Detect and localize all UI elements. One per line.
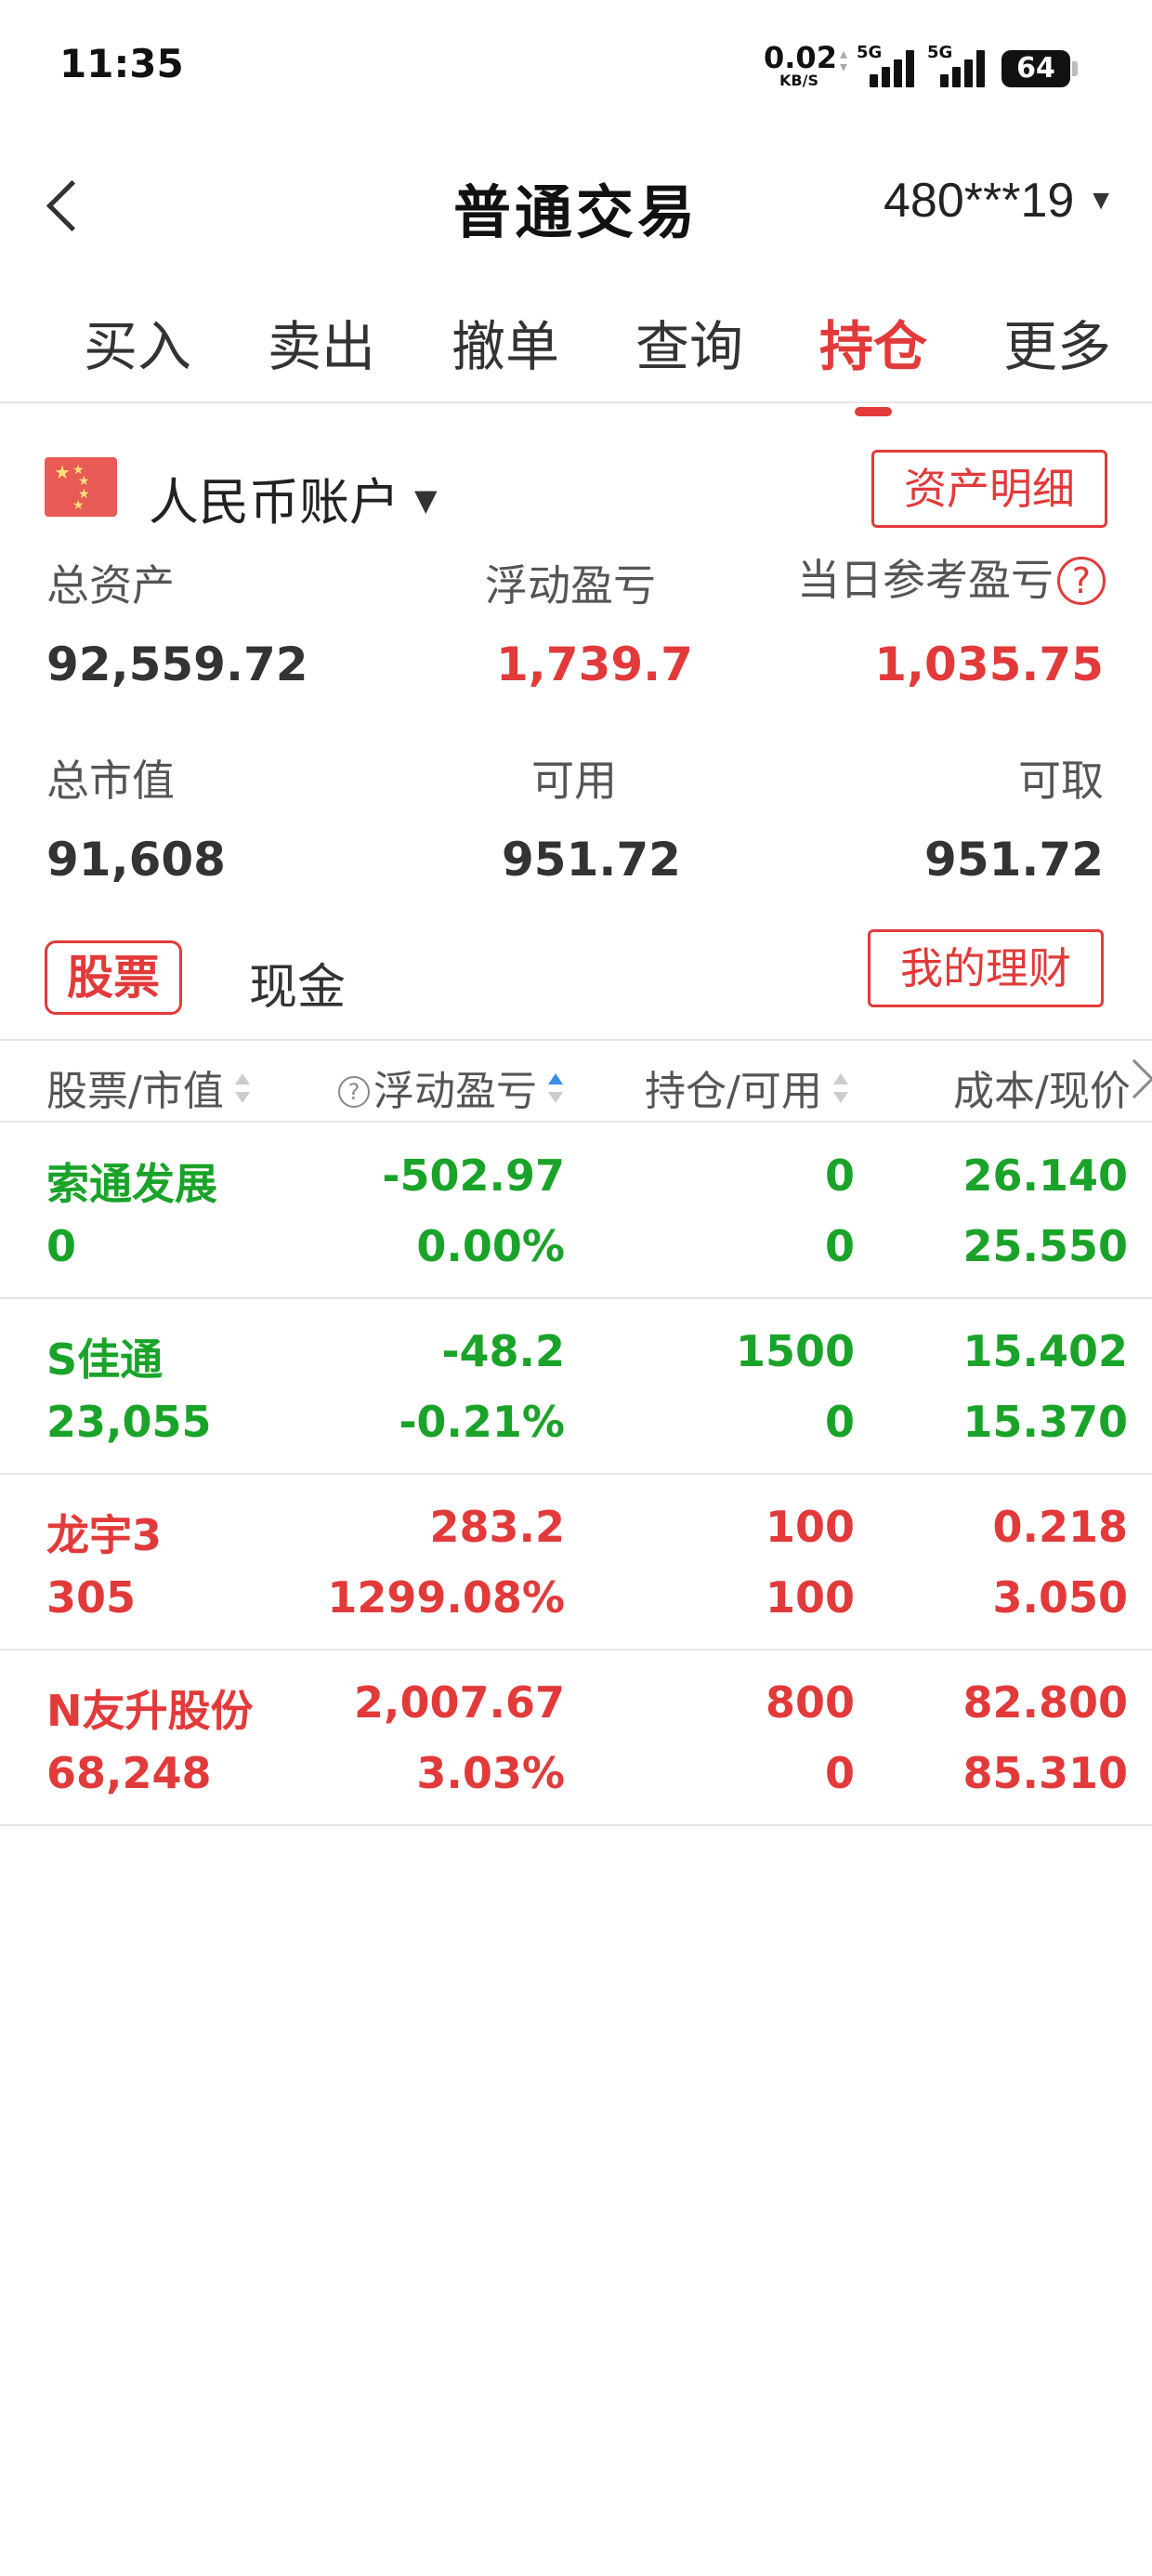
positions-table-header: 股票/市值 ? 浮动盈亏 持仓/可用 成本/现价 <box>0 1039 1152 1123</box>
available-qty: 0 <box>824 1221 855 1271</box>
position-qty: 100 <box>765 1502 855 1552</box>
daily-ref-pl-text: 当日参考盈亏 <box>797 555 1054 605</box>
floating-pl-value: 1,739.7 <box>496 637 693 691</box>
available-qty: 0 <box>824 1397 855 1447</box>
table-row[interactable]: 索通发展 0 -502.97 0.00% 0 0 26.140 25.550 <box>0 1124 1152 1299</box>
column-name-mv-label: 股票/市值 <box>46 1068 224 1115</box>
column-float-pl-label: 浮动盈亏 <box>373 1068 537 1115</box>
column-float-pl[interactable]: ? 浮动盈亏 <box>338 1058 563 1117</box>
account-switcher[interactable]: 480***19 ▼ <box>884 173 1115 229</box>
floating-pl-percent: -0.21% <box>399 1397 565 1447</box>
table-row[interactable]: 龙宇3 305 283.2 1299.08% 100 100 0.218 3.0… <box>0 1476 1152 1650</box>
market-value-value: 91,608 <box>46 833 226 887</box>
sort-icon <box>234 1071 250 1109</box>
table-row[interactable]: N友升股份 68,248 2,007.67 3.03% 800 0 82.800… <box>0 1651 1152 1826</box>
total-assets-value: 92,559.72 <box>46 637 308 691</box>
position-qty: 800 <box>765 1677 855 1728</box>
cost-price: 0.218 <box>992 1502 1128 1552</box>
floating-pl: 2,007.67 <box>354 1677 565 1728</box>
app-header: 普通交易 480***19 ▼ <box>0 139 1152 269</box>
sort-icon <box>832 1071 848 1109</box>
position-qty: 1500 <box>735 1326 855 1376</box>
column-cost-price-label: 成本/现价 <box>953 1068 1131 1115</box>
tab-buy[interactable]: 买入 <box>72 303 203 381</box>
current-price: 25.550 <box>962 1221 1128 1271</box>
current-price: 85.310 <box>962 1748 1128 1798</box>
cost-price: 15.402 <box>962 1326 1128 1376</box>
dropdown-triangle-icon: ▼ <box>1087 185 1115 216</box>
account-type-label: 人民币账户 <box>149 473 399 532</box>
signal-sim2-icon: 5G <box>927 43 994 87</box>
daily-ref-pl-value: 1,035.75 <box>874 637 1104 691</box>
tab-sell[interactable]: 卖出 <box>256 303 386 381</box>
available-qty: 0 <box>824 1748 855 1798</box>
current-price: 15.370 <box>962 1397 1128 1447</box>
total-assets-label: 总资产 <box>46 560 175 611</box>
sort-ascending-icon <box>548 1071 563 1109</box>
sim1-label: 5G <box>857 43 883 62</box>
market-value: 0 <box>46 1221 77 1271</box>
floating-pl: -48.2 <box>441 1326 565 1376</box>
tab-positions[interactable]: 持仓 <box>808 303 938 416</box>
cost-price: 26.140 <box>962 1150 1128 1201</box>
cost-price: 82.800 <box>962 1677 1128 1728</box>
market-value: 23,055 <box>46 1397 212 1447</box>
tab-query[interactable]: 查询 <box>624 303 754 381</box>
network-speed-value: 0.02 <box>764 40 837 75</box>
withdrawable-label: 可取 <box>1018 756 1104 806</box>
stock-name: 索通发展 <box>46 1159 217 1209</box>
market-value: 68,248 <box>46 1748 212 1798</box>
position-qty: 0 <box>824 1150 855 1201</box>
tab-more[interactable]: 更多 <box>992 303 1122 381</box>
column-position[interactable]: 持仓/可用 <box>645 1058 848 1117</box>
battery-icon: 64 <box>1001 50 1078 87</box>
account-number: 480***19 <box>883 174 1075 228</box>
column-position-label: 持仓/可用 <box>645 1068 822 1115</box>
available-qty: 100 <box>765 1572 855 1623</box>
available-label: 可用 <box>531 756 617 806</box>
current-price: 3.050 <box>992 1572 1128 1623</box>
stock-name: 龙宇3 <box>46 1510 163 1560</box>
sim2-label: 5G <box>927 43 953 62</box>
status-time: 11:35 <box>59 41 184 86</box>
dropdown-triangle-icon: ▼ <box>414 482 438 518</box>
market-value-label: 总市值 <box>46 756 175 806</box>
china-flag-icon: ★ ★ ★ ★ ★ <box>45 457 117 517</box>
available-value: 951.72 <box>502 833 681 887</box>
withdrawable-value: 951.72 <box>924 833 1104 887</box>
stock-name: S佳通 <box>46 1334 164 1385</box>
table-row[interactable]: S佳通 23,055 -48.2 -0.21% 1500 0 15.402 15… <box>0 1300 1152 1475</box>
column-cost-price[interactable]: 成本/现价 <box>953 1058 1131 1117</box>
subtab-stock[interactable]: 股票 <box>45 940 182 1015</box>
market-value: 305 <box>46 1572 137 1623</box>
column-name-mv[interactable]: 股票/市值 <box>46 1058 250 1117</box>
help-icon[interactable]: ? <box>1057 557 1106 605</box>
stock-name: N友升股份 <box>46 1686 254 1736</box>
floating-pl: -502.97 <box>382 1150 565 1201</box>
daily-ref-pl-label: 当日参考盈亏? <box>797 546 1106 608</box>
floating-pl: 283.2 <box>429 1502 565 1552</box>
floating-pl-percent: 0.00% <box>416 1221 565 1271</box>
my-finance-button[interactable]: 我的理财 <box>868 929 1104 1007</box>
tab-cancel-order[interactable]: 撤单 <box>440 303 570 381</box>
network-speed: 0.02 KB/S <box>764 40 837 89</box>
help-icon[interactable]: ? <box>338 1076 370 1108</box>
battery-level: 64 <box>1016 52 1055 85</box>
subtab-cash[interactable]: 现金 <box>249 948 346 1018</box>
trade-tabs: 买入 卖出 撤单 查询 持仓 更多 <box>0 279 1152 416</box>
account-type: 人民币账户 ▼ <box>149 461 438 534</box>
floating-pl-percent: 1299.08% <box>327 1572 565 1623</box>
asset-detail-button[interactable]: 资产明细 <box>871 450 1107 528</box>
signal-sim1-icon: 5G <box>857 43 923 87</box>
status-bar: 11:35 0.02 KB/S ▴ ▾ 5G 5G 64 <box>0 0 1152 139</box>
floating-pl-percent: 3.03% <box>416 1748 565 1798</box>
data-activity-icon: ▴ ▾ <box>840 46 848 75</box>
floating-pl-label: 浮动盈亏 <box>485 560 656 611</box>
